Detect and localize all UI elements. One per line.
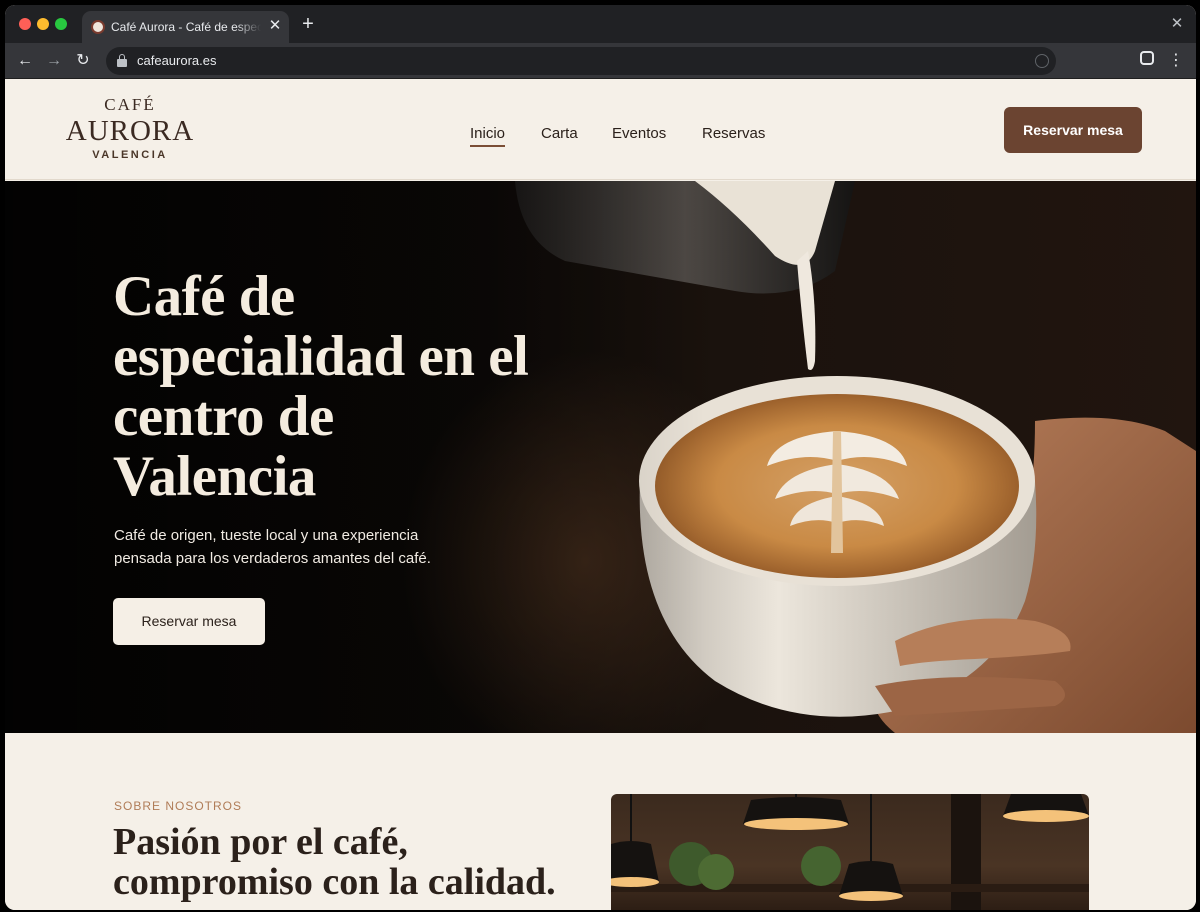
site-header: CAFÉ AURORA VALENCIA Inicio Carta Evento… xyxy=(5,80,1196,180)
tab-strip: Café Aurora - Café de especialidad ✕ + ✕ xyxy=(5,5,1196,43)
hero-title: Café de especialidad en el centro de Val… xyxy=(113,265,529,508)
browser-menu-icon[interactable]: ⋮ xyxy=(1167,50,1185,72)
tab-title: Café Aurora - Café de especialidad xyxy=(111,20,261,34)
nav-item-carta[interactable]: Carta xyxy=(541,125,578,142)
close-icon[interactable]: ✕ xyxy=(1168,14,1186,34)
cafe-interior-image xyxy=(611,794,1089,910)
install-icon[interactable] xyxy=(1035,54,1049,68)
nav-item-eventos[interactable]: Eventos xyxy=(612,125,666,142)
browser-toolbar: ← → ↻ cafeaurora.es ⋮ xyxy=(5,43,1196,79)
nav-item-reservas[interactable]: Reservas xyxy=(702,125,765,142)
minimize-window-light[interactable] xyxy=(37,18,49,30)
about-eyebrow: SOBRE NOSOTROS xyxy=(114,799,243,813)
back-button[interactable]: ← xyxy=(14,50,36,72)
maximize-window-light[interactable] xyxy=(55,18,67,30)
logo-sub-text: VALENCIA xyxy=(92,149,168,161)
extensions-icon[interactable] xyxy=(1140,51,1154,65)
hero-section: Café de especialidad en el centro de Val… xyxy=(5,181,1196,733)
reload-button[interactable]: ↻ xyxy=(72,50,94,72)
logo-main-text: AURORA xyxy=(65,115,195,147)
forward-button[interactable]: → xyxy=(43,50,65,72)
close-window-light[interactable] xyxy=(19,18,31,30)
nav-item-inicio[interactable]: Inicio xyxy=(470,125,506,147)
pendant-lamps-illustration xyxy=(611,794,1089,910)
tab-active[interactable]: Café Aurora - Café de especialidad ✕ xyxy=(82,11,289,43)
tab-close-icon[interactable]: ✕ xyxy=(267,17,283,35)
favicon-icon xyxy=(91,20,105,34)
hero-reserve-button[interactable]: Reservar mesa xyxy=(113,598,265,645)
lock-icon xyxy=(117,54,127,67)
logo[interactable]: CAFÉ AURORA VALENCIA xyxy=(60,95,200,163)
new-tab-button[interactable]: + xyxy=(298,13,318,35)
about-title: Pasión por el café, compromiso con la ca… xyxy=(113,821,556,903)
logo-top-text: CAFÉ xyxy=(104,95,156,114)
url-text[interactable]: cafeaurora.es xyxy=(137,53,217,68)
browser-window: Café Aurora - Café de especialidad ✕ + ✕… xyxy=(5,5,1196,910)
address-bar[interactable]: cafeaurora.es xyxy=(106,47,1056,75)
about-section: SOBRE NOSOTROS Pasión por el café, compr… xyxy=(5,733,1196,910)
reserve-table-button[interactable]: Reservar mesa xyxy=(1004,107,1142,153)
hero-subtitle: Café de origen, tueste local y una exper… xyxy=(114,527,431,567)
